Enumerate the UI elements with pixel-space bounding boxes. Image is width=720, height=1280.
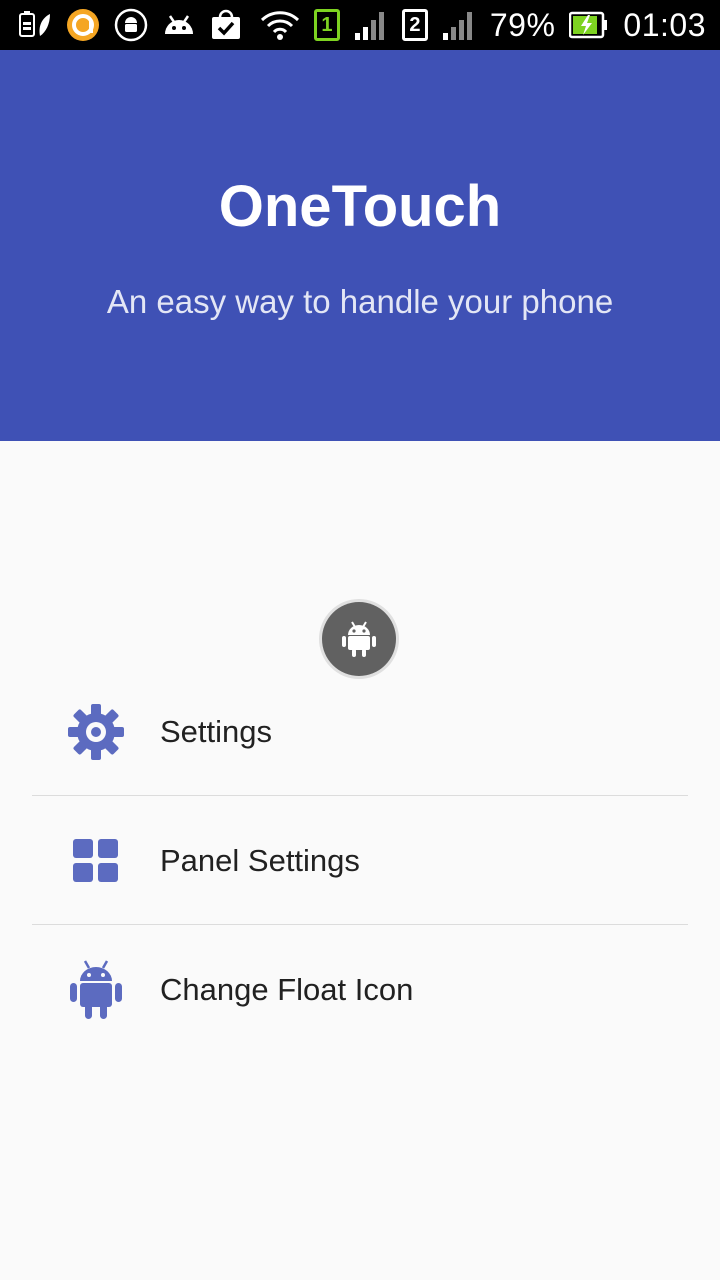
android-notification-icon <box>162 10 196 40</box>
sim2-badge: 2 <box>401 9 428 41</box>
float-icon-button[interactable] <box>322 602 396 676</box>
battery-charging-icon <box>569 11 609 39</box>
signal-strength-sim2-icon <box>442 9 476 41</box>
android-debug-icon <box>114 8 148 42</box>
header-banner: OneTouch An easy way to handle your phon… <box>0 50 720 441</box>
android-icon <box>342 621 376 657</box>
menu-item-label: Panel Settings <box>160 842 360 878</box>
app-notification-icon <box>66 8 100 42</box>
menu-item-change-float-icon[interactable]: Change Float Icon <box>0 925 720 1054</box>
wifi-icon <box>260 9 300 41</box>
menu-item-label: Settings <box>160 713 273 749</box>
signal-strength-sim1-icon <box>354 9 388 41</box>
screen: 1 2 79% 01:03 OneTouch An easy way to ha… <box>0 0 720 1280</box>
gear-icon <box>66 702 126 762</box>
main-menu: Settings Panel Settings Change Float Ico… <box>0 667 720 1054</box>
android-icon <box>66 959 126 1020</box>
battery-percent: 79% <box>489 6 556 43</box>
menu-item-panel-settings[interactable]: Panel Settings <box>0 796 720 925</box>
shopping-bag-icon <box>210 9 242 41</box>
app-title: OneTouch <box>218 174 502 239</box>
grid-icon <box>66 831 126 891</box>
status-bar-left <box>18 8 242 42</box>
menu-item-label: Change Float Icon <box>160 971 414 1007</box>
app-subtitle: An easy way to handle your phone <box>106 283 614 320</box>
clock: 01:03 <box>623 6 706 43</box>
menu-item-settings[interactable]: Settings <box>0 667 720 796</box>
status-bar-right: 1 2 79% 01:03 <box>260 7 706 44</box>
status-bar: 1 2 79% 01:03 <box>0 0 720 50</box>
sim1-badge: 1 <box>313 9 340 41</box>
battery-saver-icon <box>18 10 52 40</box>
